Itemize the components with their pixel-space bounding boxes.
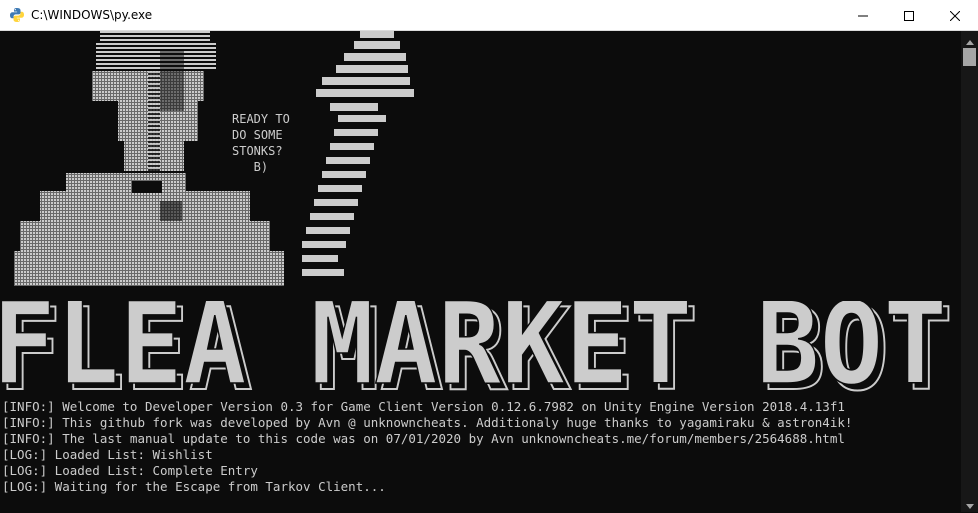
flea-market-bot-banner: FLEA MARKET BOT FLEA MARKET BOT	[0, 301, 954, 401]
log-line: [INFO:] This github fork was developed b…	[2, 415, 853, 430]
python-icon	[9, 7, 25, 23]
log-line: [LOG:] Loaded List: Complete Entry	[2, 463, 258, 478]
bubble-line: READY TO	[232, 112, 290, 126]
minimize-button[interactable]	[840, 0, 886, 31]
maximize-icon	[904, 10, 914, 21]
banner-text: FLEA MARKET BOT	[0, 301, 947, 401]
log-line: [INFO:] The last manual update to this c…	[2, 431, 845, 446]
log-output: [INFO:] Welcome to Developer Version 0.3…	[2, 399, 852, 495]
speech-bubble-text: READY TO DO SOME STONKS? B)	[232, 111, 290, 175]
bubble-line: B)	[232, 160, 269, 174]
close-icon	[950, 10, 960, 21]
scroll-down-button[interactable]	[961, 495, 978, 512]
minimize-icon	[858, 11, 868, 21]
maximize-button[interactable]	[886, 0, 932, 31]
scroll-up-button[interactable]	[961, 31, 978, 48]
scroll-thumb[interactable]	[963, 48, 976, 66]
close-button[interactable]	[932, 0, 978, 31]
chevron-up-icon	[965, 30, 974, 49]
title-bar[interactable]: C:\WINDOWS\py.exe	[0, 0, 978, 31]
log-line: [LOG:] Waiting for the Escape from Tarko…	[2, 479, 386, 494]
chevron-down-icon	[965, 494, 974, 513]
bubble-line: STONKS?	[232, 144, 283, 158]
log-line: [INFO:] Welcome to Developer Version 0.3…	[2, 399, 845, 414]
ascii-art-stonks-man	[14, 31, 414, 286]
window-title: C:\WINDOWS\py.exe	[31, 8, 153, 22]
bubble-line: DO SOME	[232, 128, 283, 142]
vertical-scrollbar[interactable]	[961, 31, 978, 512]
log-line: [LOG:] Loaded List: Wishlist	[2, 447, 213, 462]
console-output[interactable]: READY TO DO SOME STONKS? B) FLEA MARKET …	[0, 31, 961, 512]
